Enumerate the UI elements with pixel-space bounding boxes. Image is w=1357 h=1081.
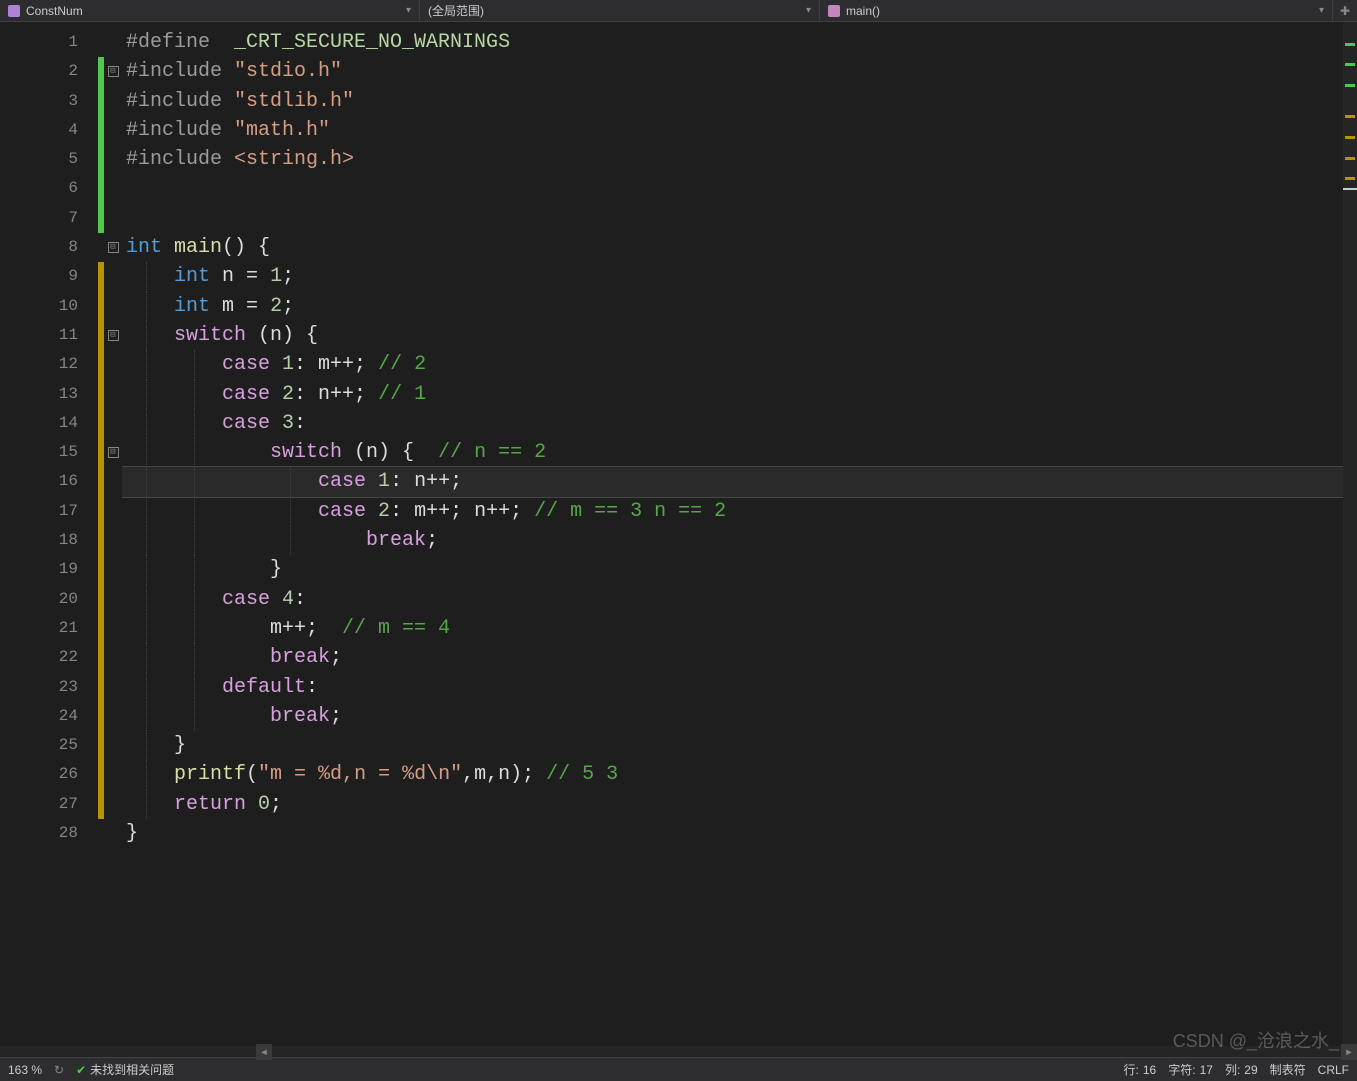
line-number: 20	[0, 585, 98, 614]
function-icon	[828, 5, 840, 17]
code-editor[interactable]: 1 2 3 4 5 6 7 8 9 10 11 12 13 14 15 16 1…	[0, 22, 1357, 1045]
line-number: 5	[0, 145, 98, 174]
code-line: case 2: n++; // 1	[122, 380, 1357, 409]
code-line: case 2: m++; n++; // m == 3 n == 2	[122, 497, 1357, 526]
issues-status[interactable]: ✔未找到相关问题	[76, 1061, 174, 1078]
symbol-label: main()	[846, 4, 1319, 18]
line-number: 22	[0, 643, 98, 672]
fold-toggle[interactable]: ⊟	[104, 233, 122, 262]
scroll-left-icon[interactable]: ◂	[256, 1044, 272, 1060]
project-label: ConstNum	[26, 4, 406, 18]
code-content[interactable]: #define _CRT_SECURE_NO_WARNINGS #include…	[122, 22, 1357, 1045]
navigation-bar: ConstNum ▾ (全局范围) ▾ main() ▾ ✚	[0, 0, 1357, 22]
fold-toggle[interactable]: ⊟	[104, 438, 122, 467]
line-number: 4	[0, 116, 98, 145]
chevron-down-icon: ▾	[406, 5, 411, 16]
line-number-gutter: 1 2 3 4 5 6 7 8 9 10 11 12 13 14 15 16 1…	[0, 22, 98, 1045]
check-icon: ✔	[76, 1063, 86, 1077]
code-line: }	[122, 819, 1357, 848]
code-line: return 0;	[122, 790, 1357, 819]
line-number: 3	[0, 87, 98, 116]
code-line: default:	[122, 673, 1357, 702]
code-line: #include "math.h"	[122, 116, 1357, 145]
line-number: 19	[0, 555, 98, 584]
line-ending[interactable]: CRLF	[1318, 1063, 1349, 1077]
code-line: }	[122, 731, 1357, 760]
status-bar: 163 % ↻ ✔未找到相关问题 行: 16 字符: 17 列: 29 制表符 …	[0, 1057, 1357, 1081]
line-number: 17	[0, 497, 98, 526]
code-line: case 3:	[122, 409, 1357, 438]
code-line: int m = 2;	[122, 292, 1357, 321]
line-number: 8	[0, 233, 98, 262]
line-number: 11	[0, 321, 98, 350]
line-number: 18	[0, 526, 98, 555]
code-line: printf("m = %d,n = %d\n",m,n); // 5 3	[122, 760, 1357, 789]
indent-mode[interactable]: 制表符	[1270, 1061, 1306, 1078]
code-line	[122, 204, 1357, 233]
line-number: 9	[0, 262, 98, 291]
line-number: 26	[0, 760, 98, 789]
line-number: 1	[0, 28, 98, 57]
cursor-char[interactable]: 字符: 17	[1168, 1061, 1213, 1078]
project-icon	[8, 5, 20, 17]
code-line	[122, 174, 1357, 203]
chevron-down-icon: ▾	[806, 5, 811, 16]
scope-dropdown[interactable]: (全局范围) ▾	[420, 0, 820, 21]
refresh-icon[interactable]: ↻	[54, 1063, 64, 1077]
code-line: }	[122, 555, 1357, 584]
line-number: 16	[0, 467, 98, 496]
code-line: #define _CRT_SECURE_NO_WARNINGS	[122, 28, 1357, 57]
line-number: 10	[0, 292, 98, 321]
scroll-right-icon[interactable]: ▸	[1341, 1044, 1357, 1060]
line-number: 21	[0, 614, 98, 643]
code-line: case 4:	[122, 585, 1357, 614]
line-number: 14	[0, 409, 98, 438]
line-number: 12	[0, 350, 98, 379]
line-number: 25	[0, 731, 98, 760]
code-line: switch (n) { // n == 2	[122, 438, 1357, 467]
symbol-dropdown[interactable]: main() ▾	[820, 0, 1333, 21]
code-line: break;	[122, 702, 1357, 731]
line-number: 24	[0, 702, 98, 731]
fold-gutter: ⊟ ⊟ ⊟ ⊟	[104, 22, 122, 1045]
cursor-col[interactable]: 列: 29	[1225, 1061, 1258, 1078]
code-line: #include "stdio.h"	[122, 57, 1357, 86]
scope-label: (全局范围)	[428, 2, 806, 19]
code-line: m++; // m == 4	[122, 614, 1357, 643]
line-number: 13	[0, 380, 98, 409]
zoom-level[interactable]: 163 %	[8, 1063, 42, 1077]
line-number: 7	[0, 204, 98, 233]
code-line: switch (n) {	[122, 321, 1357, 350]
code-line: int main() {	[122, 233, 1357, 262]
code-line-current: case 1: n++;	[122, 467, 1357, 496]
line-number: 6	[0, 174, 98, 203]
fold-toggle[interactable]: ⊟	[104, 321, 122, 350]
horizontal-scrollbar[interactable]: ◂ ▸	[0, 1045, 1357, 1057]
vertical-scrollbar[interactable]	[1343, 22, 1357, 1057]
line-number: 15	[0, 438, 98, 467]
line-number: 23	[0, 673, 98, 702]
line-number: 2	[0, 57, 98, 86]
line-number: 28	[0, 819, 98, 848]
code-line: #include <string.h>	[122, 145, 1357, 174]
code-line: break;	[122, 526, 1357, 555]
fold-toggle[interactable]: ⊟	[104, 57, 122, 86]
code-line: int n = 1;	[122, 262, 1357, 291]
cursor-line[interactable]: 行: 16	[1124, 1061, 1157, 1078]
code-line: case 1: m++; // 2	[122, 350, 1357, 379]
line-number: 27	[0, 790, 98, 819]
project-dropdown[interactable]: ConstNum ▾	[0, 0, 420, 21]
code-line: #include "stdlib.h"	[122, 87, 1357, 116]
split-button[interactable]: ✚	[1333, 4, 1357, 18]
code-line: break;	[122, 643, 1357, 672]
chevron-down-icon: ▾	[1319, 5, 1324, 16]
